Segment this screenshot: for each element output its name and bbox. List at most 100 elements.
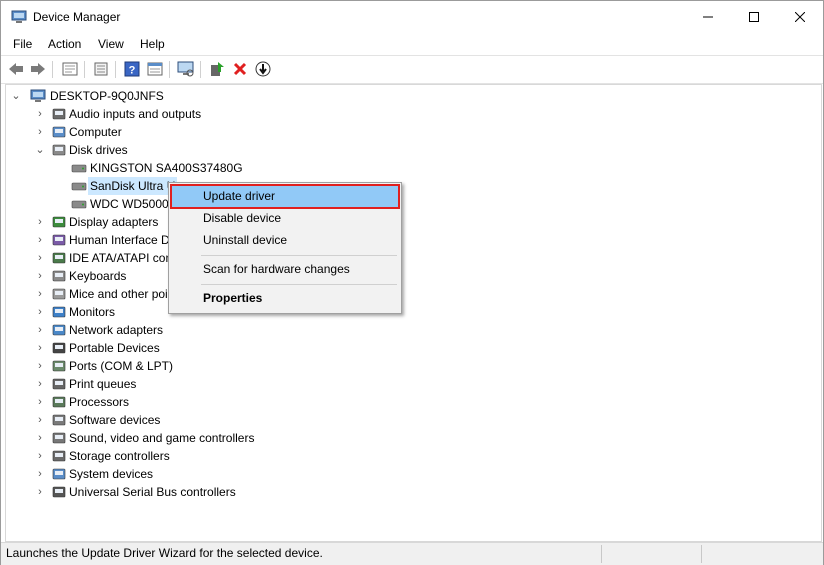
maximize-icon (749, 12, 759, 22)
tree-category-label: Portable Devices (69, 341, 160, 355)
context-separator (201, 255, 397, 256)
tree-category-label: Monitors (69, 305, 116, 319)
tree-category-label: Human Interface De (69, 233, 177, 247)
chevron-right-icon[interactable]: › (35, 339, 45, 357)
scan-hardware-button[interactable] (177, 60, 195, 78)
display-adapter-icon (52, 216, 66, 228)
chevron-right-icon[interactable]: › (35, 303, 45, 321)
tree-category-label: Audio inputs and outputs (69, 107, 202, 121)
toolbar: ? (1, 55, 823, 84)
usb-icon (52, 486, 66, 498)
disk-drive-icon (52, 144, 66, 156)
chevron-down-icon[interactable]: ⌄ (35, 141, 45, 159)
tree-category-label: Disk drives (69, 143, 128, 157)
context-separator (201, 284, 397, 285)
scan-hardware-icon (177, 61, 194, 77)
update-driver-icon (211, 62, 224, 76)
status-divider (601, 545, 602, 563)
tree-category-label: Display adapters (69, 215, 159, 229)
forward-icon (31, 63, 45, 75)
help-button[interactable]: ? (123, 60, 141, 78)
close-icon (795, 12, 805, 22)
keyboard-icon (52, 270, 66, 282)
chevron-right-icon[interactable]: › (35, 429, 45, 447)
update-driver-button[interactable] (208, 60, 226, 78)
disable-device-button[interactable] (254, 60, 272, 78)
tree-category-label: Computer (69, 125, 122, 139)
show-hidden-button[interactable] (92, 60, 110, 78)
chevron-right-icon[interactable]: › (35, 411, 45, 429)
tree-category-label: Processors (69, 395, 130, 409)
back-icon (9, 63, 23, 75)
tree-category-label: Mice and other poi (69, 287, 168, 301)
context-update-driver[interactable]: Update driver (170, 184, 400, 209)
tree-category-label: Print queues (69, 377, 137, 391)
show-hidden-icon (94, 62, 108, 76)
disk-drive-icon (71, 200, 87, 209)
tree-root-label: DESKTOP-9Q0JNFS (50, 89, 164, 103)
tree-category-label: Universal Serial Bus controllers (69, 485, 236, 499)
chevron-right-icon[interactable]: › (35, 483, 45, 501)
disk-drive-icon (71, 182, 87, 191)
computer-icon (52, 126, 66, 138)
context-properties[interactable]: Properties (172, 288, 398, 309)
chevron-right-icon[interactable]: › (35, 231, 45, 249)
software-device-icon (52, 414, 66, 426)
menu-bar: File Action View Help (1, 33, 823, 54)
menu-view[interactable]: View (98, 37, 124, 51)
sound-controller-icon (52, 432, 66, 444)
maximize-button[interactable] (731, 1, 777, 33)
device-tree[interactable]: ⌄ DESKTOP-9Q0JNFS › Audio inputs and outp… (5, 84, 822, 542)
chevron-right-icon[interactable]: › (35, 123, 45, 141)
monitor-icon (52, 306, 66, 318)
back-button[interactable] (7, 60, 25, 78)
device-manager-window: Device Manager File Action View Help ? ⌄… (0, 0, 824, 565)
title-bar[interactable]: Device Manager (1, 1, 823, 33)
chevron-right-icon[interactable]: › (35, 321, 45, 339)
menu-action[interactable]: Action (48, 37, 81, 51)
menu-help[interactable]: Help (140, 37, 165, 51)
chevron-right-icon[interactable]: › (35, 213, 45, 231)
context-uninstall-device[interactable]: Uninstall device (172, 230, 398, 251)
chevron-right-icon[interactable]: › (35, 249, 45, 267)
properties-sheet-button[interactable] (61, 60, 79, 78)
port-icon (52, 360, 66, 372)
portable-device-icon (52, 342, 66, 354)
status-bar: Launches the Update Driver Wizard for th… (1, 542, 823, 565)
status-divider (701, 545, 702, 563)
tree-category-label: Sound, video and game controllers (69, 431, 255, 445)
tree-device-label: SanDisk Ultra U (88, 177, 178, 195)
device-manager-app-icon (11, 10, 27, 23)
properties-sheet-icon (62, 62, 78, 76)
disk-drive-icon (71, 164, 87, 173)
network-adapter-icon (52, 324, 66, 336)
context-menu: Update driver Disable device Uninstall d… (168, 182, 402, 314)
chevron-right-icon[interactable]: › (35, 285, 45, 303)
speaker-icon (52, 108, 66, 120)
context-scan-hardware[interactable]: Scan for hardware changes (172, 259, 398, 280)
mouse-icon (52, 288, 66, 300)
uninstall-device-icon (233, 62, 247, 76)
disable-device-icon (255, 61, 271, 77)
chevron-right-icon[interactable]: › (35, 357, 45, 375)
chevron-right-icon[interactable]: › (35, 375, 45, 393)
chevron-right-icon[interactable]: › (35, 267, 45, 285)
uninstall-device-button[interactable] (231, 60, 249, 78)
chevron-right-icon[interactable]: › (35, 393, 45, 411)
tree-device-label: WDC WD5000A (90, 197, 177, 211)
context-disable-device[interactable]: Disable device (172, 208, 398, 229)
chevron-right-icon[interactable]: › (35, 105, 45, 123)
chevron-right-icon[interactable]: › (35, 465, 45, 483)
close-button[interactable] (777, 1, 823, 33)
system-device-icon (52, 468, 66, 480)
chevron-down-icon[interactable]: ⌄ (11, 87, 21, 105)
chevron-right-icon[interactable]: › (35, 447, 45, 465)
forward-button[interactable] (29, 60, 47, 78)
action-view-button[interactable] (146, 60, 164, 78)
menu-file[interactable]: File (13, 37, 32, 51)
processor-icon (52, 396, 66, 408)
hid-icon (52, 234, 66, 246)
minimize-button[interactable] (685, 1, 731, 33)
tree-category-label: Network adapters (69, 323, 164, 337)
help-icon: ? (124, 61, 140, 77)
